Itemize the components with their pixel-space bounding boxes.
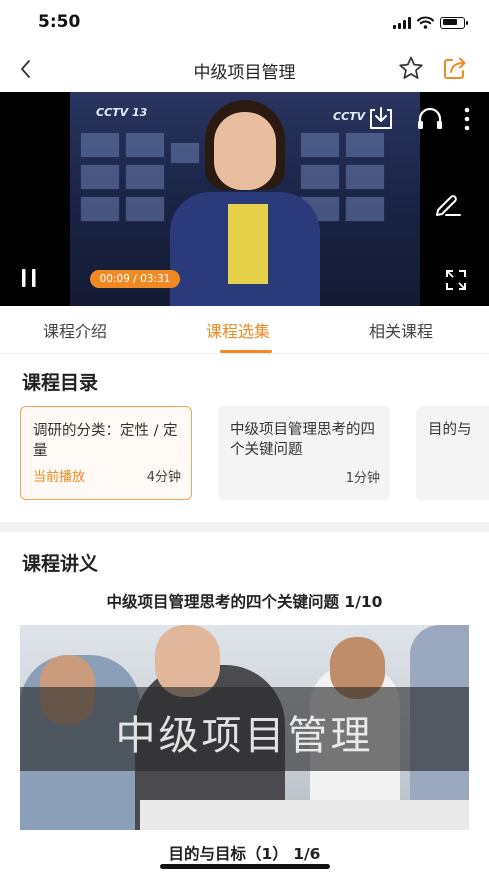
lesson-card[interactable]: 中级项目管理思考的四个关键问题 1分钟 <box>218 406 390 500</box>
download-icon[interactable] <box>365 102 397 134</box>
lesson-card-current[interactable]: 调研的分类：定性 / 定量 当前播放 4分钟 <box>20 406 192 500</box>
wifi-icon <box>417 16 434 29</box>
battery-icon <box>440 16 468 29</box>
lesson-list: 调研的分类：定性 / 定量 当前播放 4分钟 中级项目管理思考的四个关键问题 1… <box>0 406 489 500</box>
cellular-signal-icon <box>393 16 411 29</box>
section-divider <box>0 522 489 532</box>
anchor-shirt <box>228 204 268 284</box>
pen-icon[interactable] <box>432 190 464 218</box>
share-button[interactable] <box>440 53 470 83</box>
lesson-duration: 1分钟 <box>345 471 380 486</box>
handout-title: 课程讲义 <box>22 553 99 575</box>
slide-caption: 目的与目标（1） 1/6 <box>168 845 321 863</box>
lesson-card-partial[interactable]: 目的与 <box>416 406 489 500</box>
more-options-icon[interactable] <box>460 104 474 134</box>
home-indicator <box>160 864 330 869</box>
document-title: 中级项目管理思考的四个关键问题 1/10 <box>106 593 383 611</box>
nav-bar: 中级项目管理 <box>0 48 489 92</box>
channel-logo: CCTV 13 <box>96 106 148 119</box>
fullscreen-icon <box>446 270 466 290</box>
pause-button[interactable] <box>18 266 40 290</box>
fullscreen-button[interactable] <box>443 268 469 292</box>
favorite-button[interactable] <box>396 54 426 84</box>
tab-related-courses[interactable]: 相关课程 <box>369 318 433 342</box>
handout-slide[interactable]: 中级项目管理 <box>20 625 469 830</box>
lesson-title: 目的与 <box>428 422 472 438</box>
news-anchor <box>214 112 276 190</box>
lesson-duration: 4分钟 <box>146 470 181 485</box>
catalog-title: 课程目录 <box>22 372 99 394</box>
photo-table <box>140 800 469 830</box>
now-playing-label: 当前播放 <box>33 470 86 485</box>
slide-heading: 中级项目管理 <box>115 713 374 759</box>
pause-icon <box>22 269 36 287</box>
star-icon <box>399 56 423 79</box>
status-icons <box>393 16 468 29</box>
channel-logo-right: CCTV <box>333 110 366 123</box>
headphones-icon[interactable] <box>414 102 446 134</box>
status-time: 5:50 <box>38 12 81 32</box>
status-bar: 5:50 <box>0 0 489 48</box>
tab-course-intro[interactable]: 课程介绍 <box>43 318 107 342</box>
lesson-title: 中级项目管理思考的四个关键问题 <box>230 422 375 458</box>
tab-bar: 课程介绍 课程选集 相关课程 <box>0 306 489 354</box>
tab-course-episodes[interactable]: 课程选集 <box>206 318 270 342</box>
active-tab-indicator <box>220 350 272 353</box>
share-icon <box>444 57 466 79</box>
playback-time: 00:09 / 03:31 <box>90 270 180 288</box>
lesson-title: 调研的分类：定性 / 定量 <box>33 423 178 459</box>
video-player[interactable]: CCTV 13 CCTV <box>0 92 489 306</box>
